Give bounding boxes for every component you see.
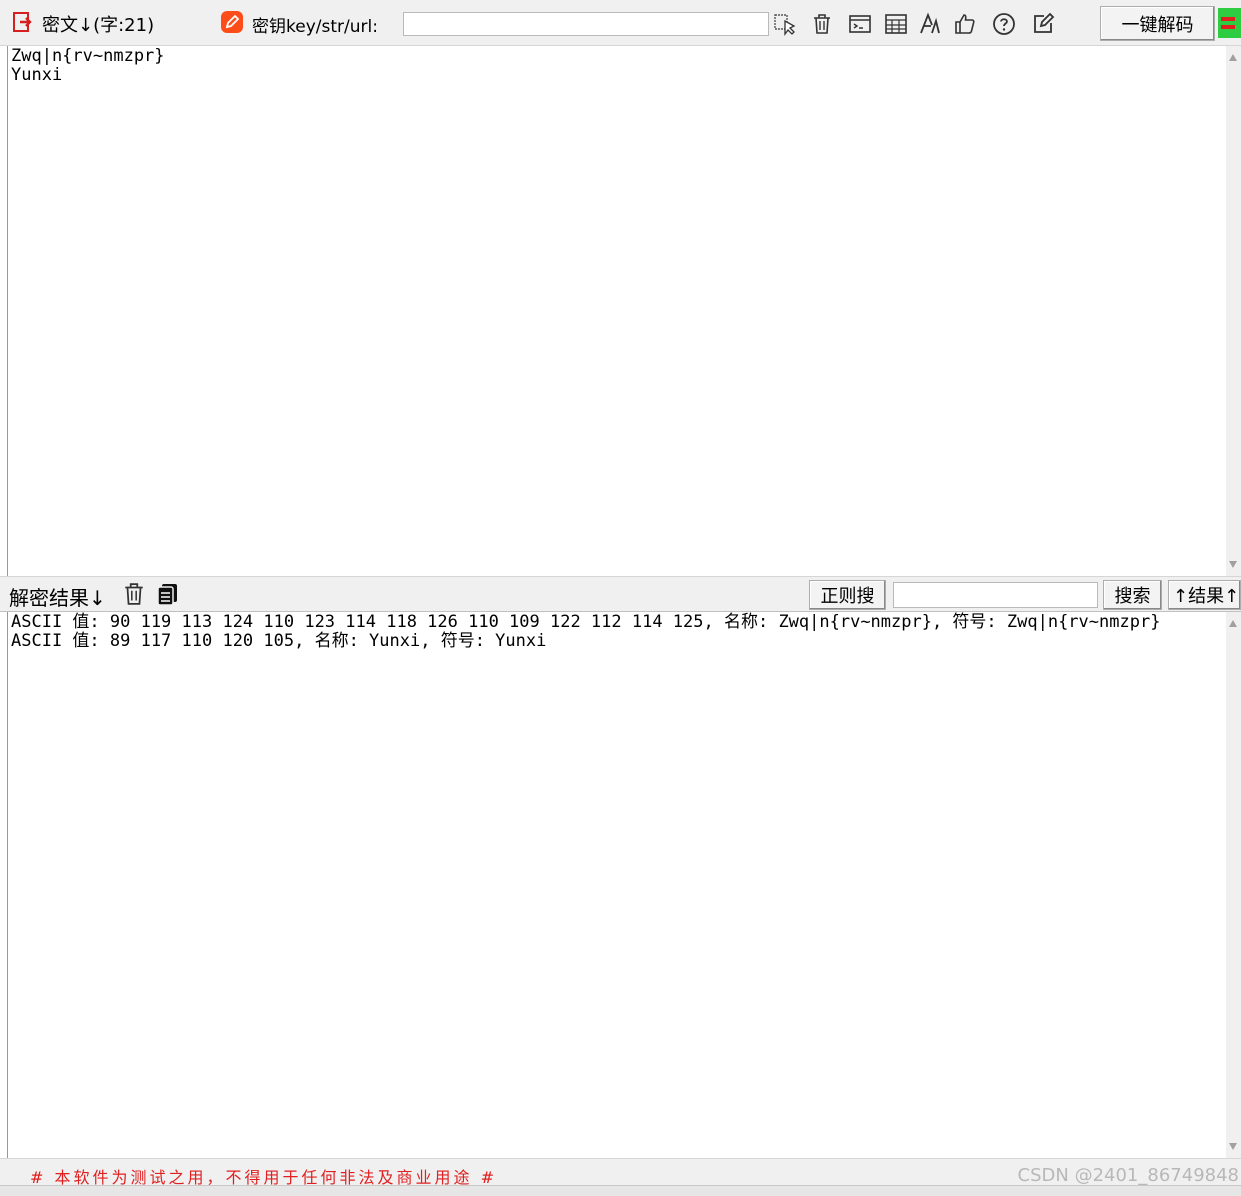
- ciphertext-header: 密文↓(字:21): [12, 10, 154, 38]
- result-textarea[interactable]: ASCII 值: 90 119 113 124 110 123 114 118 …: [7, 612, 1226, 1158]
- import-icon[interactable]: [12, 11, 34, 38]
- taskbar-strip: [0, 1185, 1241, 1196]
- status-footer: # 本软件为测试之用，不得用于任何非法及商业用途 # CSDN @2401_86…: [0, 1158, 1241, 1196]
- result-toolbar: 解密结果↓ 正则搜 搜索 ↑结果↑: [0, 576, 1241, 612]
- cursor-icon[interactable]: [772, 11, 798, 37]
- search-button[interactable]: 搜索: [1103, 580, 1162, 610]
- scroll-up-arrow-icon[interactable]: [1229, 54, 1237, 61]
- font-icon[interactable]: [917, 11, 943, 37]
- trash-icon[interactable]: [809, 11, 835, 37]
- ciphertext-scrollbar[interactable]: [1226, 46, 1241, 576]
- scroll-down-arrow-icon[interactable]: [1229, 561, 1237, 568]
- result-label: 解密结果↓: [9, 586, 106, 610]
- top-toolbar: 密文↓(字:21) 密钥key/str/url: 一键解码: [0, 0, 1241, 46]
- key-edit-icon[interactable]: [220, 10, 244, 39]
- copy-icon[interactable]: [156, 582, 180, 611]
- scroll-up-arrow-icon[interactable]: [1229, 620, 1237, 627]
- thumbs-up-icon[interactable]: [952, 11, 978, 37]
- move-result-up-button[interactable]: ↑结果↑: [1168, 580, 1241, 610]
- regex-search-button[interactable]: 正则搜: [809, 580, 886, 610]
- result-trash-icon[interactable]: [122, 582, 146, 611]
- status-flag-icon[interactable]: [1218, 8, 1241, 38]
- ciphertext-label: 密文↓(字:21): [42, 15, 155, 36]
- terminal-icon[interactable]: [847, 11, 873, 37]
- key-label: 密钥key/str/url:: [252, 16, 378, 37]
- key-input[interactable]: [403, 12, 769, 36]
- watermark-text: CSDN @2401_86749848: [1017, 1165, 1239, 1186]
- help-icon[interactable]: [991, 11, 1017, 37]
- edit-icon[interactable]: [1030, 11, 1056, 37]
- one-click-decode-button[interactable]: 一键解码: [1100, 6, 1215, 41]
- ciphertext-textarea[interactable]: Zwq|n{rv~nmzpr} Yunxi: [7, 46, 1226, 576]
- table-icon[interactable]: [883, 11, 909, 37]
- key-header: 密钥key/str/url:: [220, 10, 378, 38]
- scroll-down-arrow-icon[interactable]: [1229, 1143, 1237, 1150]
- result-scrollbar[interactable]: [1226, 612, 1241, 1158]
- search-input[interactable]: [893, 582, 1098, 608]
